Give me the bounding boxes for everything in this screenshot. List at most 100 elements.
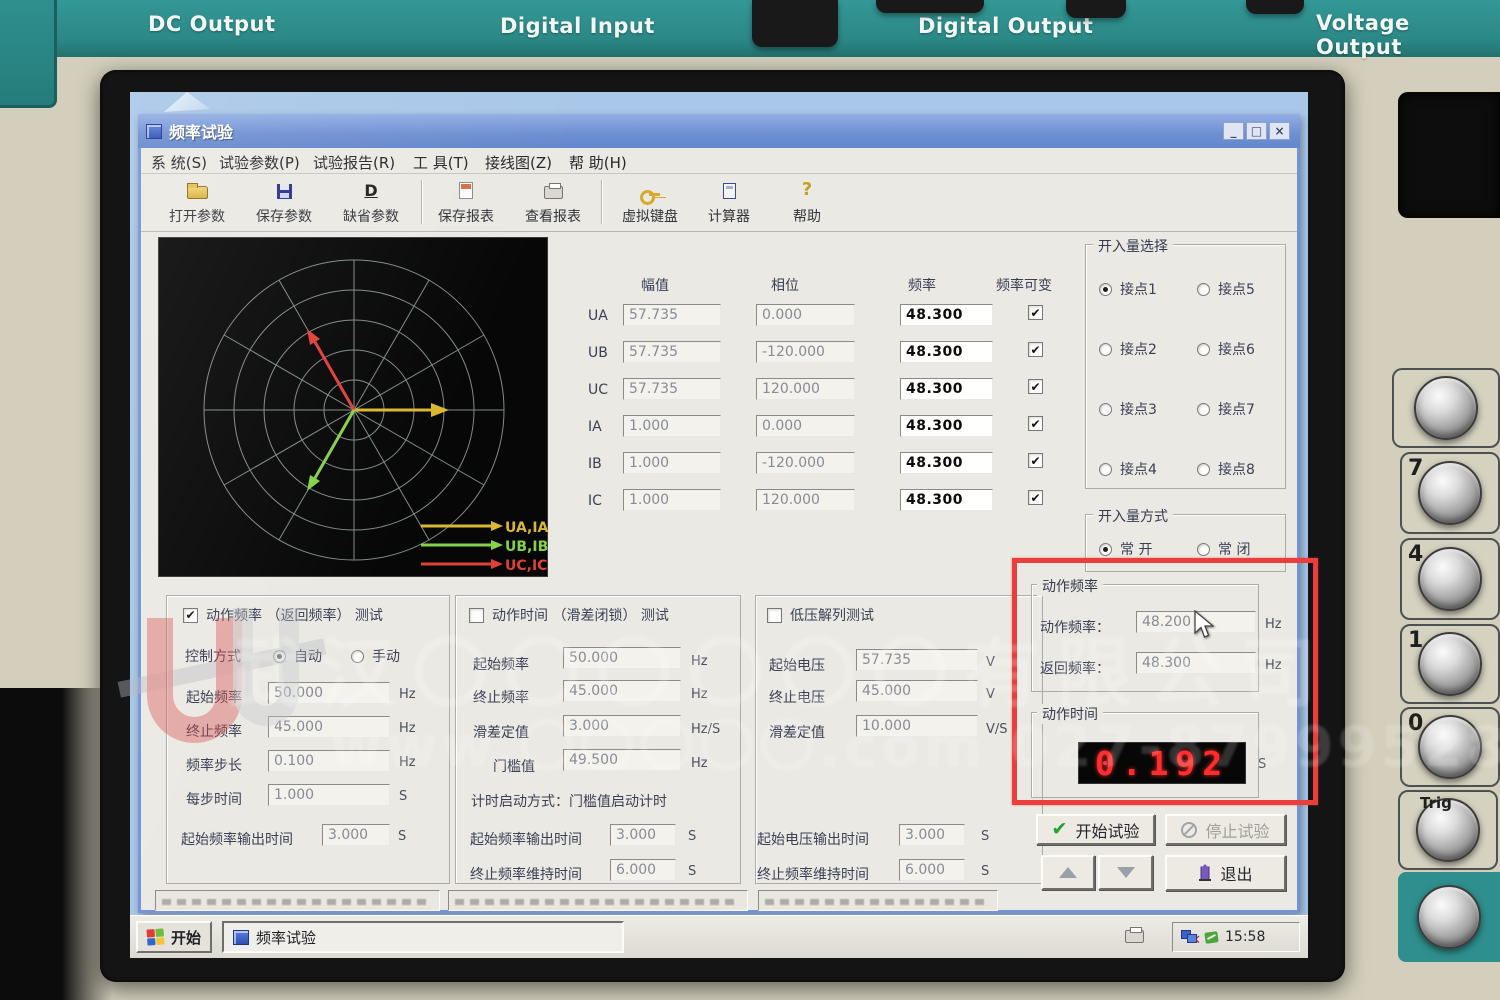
- contact-8-radio[interactable]: 接点8: [1197, 459, 1255, 479]
- t2-start-out-time-input[interactable]: 3.000: [610, 824, 676, 846]
- contact-1-radio[interactable]: 接点1: [1099, 279, 1157, 299]
- menu-system[interactable]: 系 统(S): [151, 152, 207, 173]
- shadow: [0, 688, 112, 1000]
- slip-value-input[interactable]: 3.000: [563, 715, 681, 737]
- key-7: 7: [1400, 452, 1500, 534]
- end-voltage-input[interactable]: 45.000: [856, 680, 978, 702]
- amp-input[interactable]: 1.000: [623, 489, 721, 511]
- menu-help[interactable]: 帮 助(H): [569, 152, 627, 173]
- key-trig-label: Trig: [1420, 794, 1452, 812]
- phase-input[interactable]: 0.000: [756, 415, 855, 437]
- col-header-frequency: 频率: [908, 278, 936, 294]
- t2-end-hold-time-input[interactable]: 6.000: [610, 859, 676, 881]
- freq-input[interactable]: 48.300: [900, 304, 993, 326]
- amp-input[interactable]: 1.000: [623, 452, 721, 474]
- step-time-input[interactable]: 1.000: [268, 784, 390, 806]
- freq-input[interactable]: 48.300: [900, 341, 993, 363]
- start-voltage-input[interactable]: 57.735: [856, 649, 978, 671]
- amp-input[interactable]: 1.000: [623, 415, 721, 437]
- toolbar-virtual-keyboard[interactable]: 虚拟键盘: [605, 177, 695, 229]
- status-segment: [448, 890, 748, 911]
- cable: [1246, 0, 1304, 14]
- down-button[interactable]: [1098, 855, 1153, 890]
- freq-input[interactable]: 48.300: [900, 415, 993, 437]
- t2-end-freq-input[interactable]: 45.000: [563, 680, 681, 702]
- start-freq-input[interactable]: 50.000: [268, 682, 390, 704]
- threshold-input[interactable]: 49.500: [563, 749, 681, 771]
- start-menu-button[interactable]: 开始: [136, 921, 213, 953]
- taskbar-printer-icon[interactable]: [1125, 927, 1144, 943]
- menu-test-report[interactable]: 试验报告(R): [313, 152, 395, 173]
- freq-step-input[interactable]: 0.100: [268, 750, 390, 772]
- phase-input[interactable]: -120.000: [756, 341, 855, 363]
- row-label: IC: [588, 493, 602, 509]
- key-trig: Trig: [1398, 790, 1498, 870]
- amp-input[interactable]: 57.735: [623, 378, 721, 400]
- window-titlebar[interactable]: 频率试验 _ □ ×: [138, 114, 1300, 148]
- toolbar-default-params[interactable]: D 缺省参数: [328, 177, 414, 229]
- toolbar-save-report[interactable]: 保存报表: [423, 177, 509, 229]
- phase-input[interactable]: -120.000: [756, 452, 855, 474]
- contact-6-radio[interactable]: 接点6: [1197, 339, 1255, 359]
- stop-icon: [1181, 821, 1198, 838]
- time-test-checkbox-row[interactable]: 动作时间 （滑差闭锁） 测试: [469, 605, 669, 625]
- freq-input[interactable]: 48.300: [900, 489, 993, 511]
- clock[interactable]: 15:58: [1225, 929, 1265, 945]
- menu-wiring-diagram[interactable]: 接线图(Z): [485, 152, 552, 173]
- red-highlight-annotation: [1012, 558, 1318, 805]
- freq-variable-checkbox[interactable]: [1028, 490, 1043, 505]
- stop-test-button[interactable]: 停止试验: [1165, 814, 1286, 845]
- task-button-frequency-test[interactable]: 频率试验: [222, 921, 624, 953]
- normally-closed-radio[interactable]: 常 闭: [1197, 539, 1250, 559]
- toolbar-calculator[interactable]: 计算器: [693, 177, 765, 229]
- key-4: 4: [1400, 538, 1500, 620]
- manual-radio[interactable]: 手动: [351, 646, 400, 666]
- contact-7-radio[interactable]: 接点7: [1197, 399, 1255, 419]
- t2-start-freq-input[interactable]: 50.000: [563, 647, 681, 669]
- phase-input[interactable]: 120.000: [756, 378, 855, 400]
- up-button[interactable]: [1041, 855, 1095, 890]
- freq-variable-checkbox[interactable]: [1028, 416, 1043, 431]
- start-voltage-out-time-input[interactable]: 3.000: [899, 824, 965, 846]
- control-mode-label: 控制方式: [185, 649, 241, 665]
- maximize-button[interactable]: □: [1246, 122, 1267, 140]
- toolbar-help[interactable]: ? 帮助: [775, 177, 839, 229]
- network-offline-icon[interactable]: ✕: [1181, 930, 1201, 947]
- toolbar-open-params[interactable]: 打开参数: [154, 177, 240, 229]
- menu-tools[interactable]: 工 具(T): [413, 152, 469, 173]
- phase-input[interactable]: 0.000: [756, 304, 855, 326]
- freq-test-checkbox-row[interactable]: 动作频率 （返回频率） 测试: [183, 605, 383, 625]
- default-params-icon: D: [364, 181, 378, 200]
- phase-input[interactable]: 120.000: [756, 489, 855, 511]
- freq-variable-checkbox[interactable]: [1028, 453, 1043, 468]
- auto-radio[interactable]: 自动: [273, 646, 322, 666]
- contact-2-radio[interactable]: 接点2: [1099, 339, 1157, 359]
- tray-status-icon[interactable]: [1204, 930, 1219, 944]
- freq-input[interactable]: 48.300: [900, 378, 993, 400]
- freq-variable-checkbox[interactable]: [1028, 379, 1043, 394]
- open-folder-icon: [186, 181, 208, 199]
- amp-input[interactable]: 57.735: [623, 304, 721, 326]
- amp-input[interactable]: 57.735: [623, 341, 721, 363]
- contact-5-radio[interactable]: 接点5: [1197, 279, 1255, 299]
- v-slip-value-input[interactable]: 10.000: [856, 715, 978, 737]
- menu-test-params[interactable]: 试验参数(P): [219, 152, 300, 173]
- close-button[interactable]: ×: [1269, 122, 1290, 140]
- contact-3-radio[interactable]: 接点3: [1099, 399, 1157, 419]
- toolbar-view-report[interactable]: 查看报表: [510, 177, 596, 229]
- toolbar-save-params[interactable]: 保存参数: [241, 177, 327, 229]
- normally-open-radio[interactable]: 常 开: [1099, 539, 1152, 559]
- start-test-button[interactable]: ✔ 开始试验: [1036, 814, 1155, 845]
- panel-label-dc-output: DC Output: [148, 12, 276, 36]
- freq-variable-checkbox[interactable]: [1028, 342, 1043, 357]
- freq-input[interactable]: 48.300: [900, 452, 993, 474]
- freq-variable-checkbox[interactable]: [1028, 305, 1043, 320]
- v-end-hold-time-input[interactable]: 6.000: [899, 859, 965, 881]
- contact-4-radio[interactable]: 接点4: [1099, 459, 1157, 479]
- voltage-test-checkbox-row[interactable]: 低压解列测试: [767, 605, 874, 625]
- exit-button[interactable]: 退出: [1165, 855, 1286, 891]
- minimize-button[interactable]: _: [1223, 122, 1244, 140]
- status-segment: [758, 890, 998, 911]
- start-freq-out-time-input[interactable]: 3.000: [322, 824, 390, 846]
- end-freq-input[interactable]: 45.000: [268, 716, 390, 738]
